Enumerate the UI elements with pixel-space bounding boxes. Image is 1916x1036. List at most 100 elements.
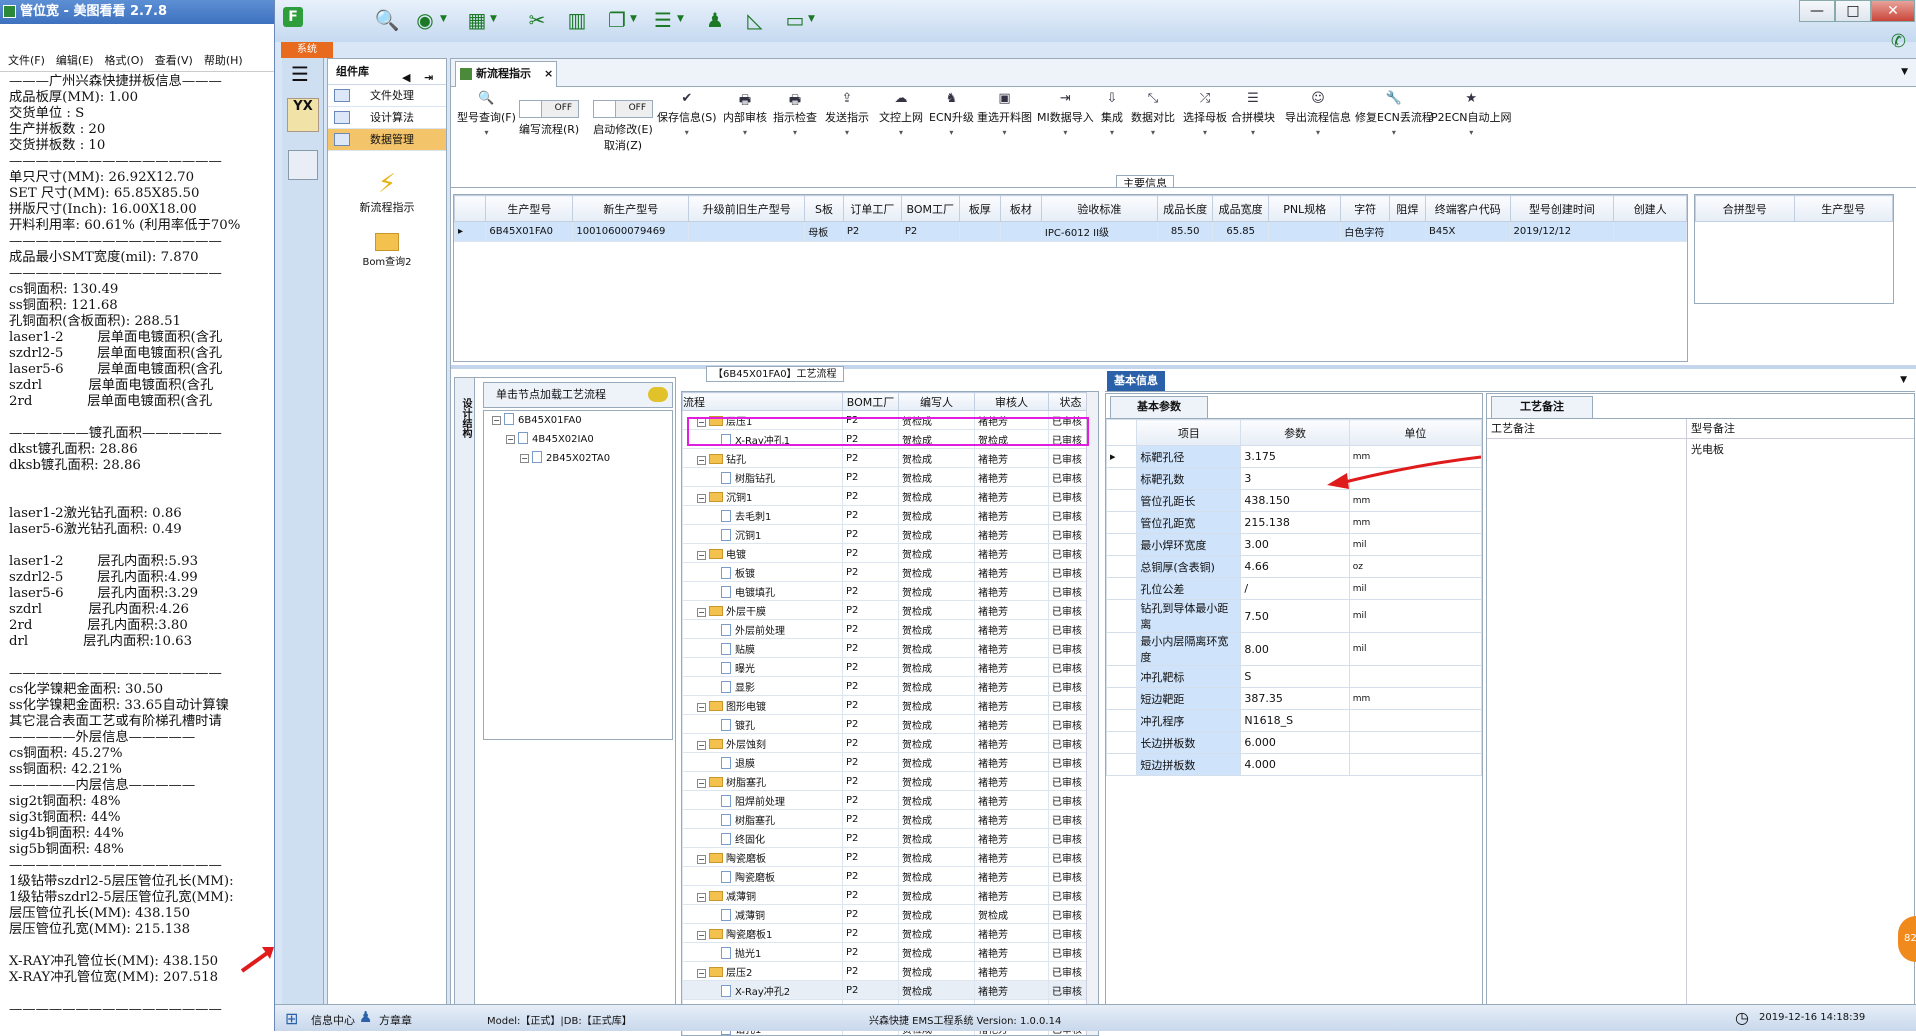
table-cell[interactable]: 褚艳芳 [975, 468, 1049, 487]
table-cell[interactable] [1349, 710, 1481, 732]
table-row[interactable]: 外层前处理P2贺检成褚艳芳已审核 [683, 620, 1093, 639]
menu-item[interactable]: 查看(V) [155, 54, 193, 67]
table-cell[interactable]: P2 [843, 582, 899, 601]
chevron-down-icon[interactable]: ▾ [1285, 128, 1351, 137]
table-cell[interactable]: 褚艳芳 [975, 525, 1049, 544]
minimize-button[interactable]: — [1799, 0, 1835, 22]
expand-icon[interactable]: − [697, 456, 706, 465]
expand-icon[interactable]: − [492, 416, 501, 425]
table-cell[interactable]: 贺检成 [899, 582, 975, 601]
table-cell[interactable]: mm [1349, 688, 1481, 710]
table-row[interactable]: 贴膜P2贺检成褚艳芳已审核 [683, 639, 1093, 658]
table-cell[interactable]: P2 [843, 981, 899, 1000]
bom-query-launcher[interactable]: Bom查询2 [328, 229, 446, 268]
table-cell[interactable]: P2 [843, 810, 899, 829]
table-row[interactable]: −陶瓷磨板P2贺检成褚艳芳已审核 [683, 848, 1093, 867]
table-cell[interactable]: IPC-6012 II级 [1041, 222, 1157, 242]
table-cell[interactable]: P2 [843, 468, 899, 487]
table-cell[interactable]: 褚艳芳 [975, 544, 1049, 563]
table-cell[interactable]: 贺检成 [899, 867, 975, 886]
tree-node[interactable]: −6B45X01FA0 [484, 411, 672, 430]
table-cell[interactable]: 4.000 [1241, 754, 1349, 776]
table-cell[interactable]: P2 [843, 791, 899, 810]
table-cell[interactable]: 褚艳芳 [975, 487, 1049, 506]
table-cell[interactable]: mil [1349, 534, 1481, 556]
expand-icon[interactable]: − [697, 551, 706, 560]
table-cell[interactable]: 贺检成 [899, 506, 975, 525]
model-note-text[interactable]: 光电板 [1691, 441, 1724, 457]
table-cell[interactable]: P2 [843, 601, 899, 620]
table-cell[interactable]: P2 [843, 753, 899, 772]
table-cell[interactable]: P2 [843, 563, 899, 582]
table-cell[interactable]: 贺检成 [899, 791, 975, 810]
toolbar-item[interactable]: ☺导出流程信息▾ [1285, 91, 1351, 137]
user-icon[interactable]: ♟ [703, 8, 727, 32]
table-cell[interactable]: 褚艳芳 [975, 601, 1049, 620]
info-center-link[interactable]: 信息中心 [311, 1012, 355, 1028]
column-header[interactable]: S板 [805, 196, 844, 222]
table-cell[interactable]: P2 [843, 449, 899, 468]
table-cell[interactable]: 贺检成 [899, 924, 975, 943]
chevron-down-icon[interactable]: ▾ [879, 128, 923, 137]
table-cell[interactable]: 短边拼板数 [1137, 754, 1241, 776]
table-cell[interactable]: 钻孔到导体最小距离 [1137, 600, 1241, 633]
column-header[interactable]: 型号创建时间 [1510, 196, 1614, 222]
toolbar-item[interactable]: ⇥MI数据导入▾ [1037, 91, 1094, 137]
flow-step-cell[interactable]: 树脂塞孔 [683, 810, 843, 829]
column-header[interactable]: 合拼型号 [1696, 196, 1795, 222]
chevron-down-icon[interactable]: ▾ [977, 128, 1032, 137]
table-row[interactable]: −外层蚀刻P2贺检成褚艳芳已审核 [683, 734, 1093, 753]
flow-step-cell[interactable]: −图形电镀 [683, 696, 843, 715]
expand-icon[interactable]: − [697, 703, 706, 712]
table-cell[interactable]: 贺检成 [899, 658, 975, 677]
search-icon[interactable]: 🔍 [375, 8, 399, 32]
table-row[interactable]: 短边靶距387.35mm [1107, 688, 1482, 710]
column-header[interactable]: 阻焊 [1389, 196, 1425, 222]
table-cell[interactable] [959, 222, 1000, 242]
table-cell[interactable]: 褚艳芳 [975, 734, 1049, 753]
chevron-down-icon[interactable]: ▾ [773, 128, 817, 137]
toolbar-item[interactable]: ⇪发送指示▾ [825, 91, 869, 137]
table-cell[interactable]: mm [1349, 512, 1481, 534]
table-cell[interactable]: 褚艳芳 [975, 848, 1049, 867]
column-header[interactable]: 审核人 [975, 393, 1049, 411]
table-cell[interactable]: 7.50 [1241, 600, 1349, 633]
column-header[interactable]: 订单工厂 [843, 196, 901, 222]
yx-icon[interactable]: YX [287, 98, 319, 132]
table-cell[interactable]: 褚艳芳 [975, 943, 1049, 962]
flow-step-cell[interactable]: 沉铜1 [683, 525, 843, 544]
table-cell[interactable]: P2 [843, 886, 899, 905]
table-cell[interactable]: 贺检成 [899, 962, 975, 981]
table-cell[interactable] [1000, 222, 1041, 242]
table-cell[interactable]: 褚艳芳 [975, 791, 1049, 810]
table-cell[interactable]: P2 [843, 962, 899, 981]
column-header[interactable]: 字符 [1341, 196, 1389, 222]
table-cell[interactable]: 最小焊环宽度 [1137, 534, 1241, 556]
toolbar-item[interactable]: 🔧修复ECN丢流程▾ [1355, 91, 1433, 137]
table-cell[interactable]: 贺检成 [899, 829, 975, 848]
table-cell[interactable]: P2 [843, 222, 901, 242]
table-cell[interactable]: P2 [843, 639, 899, 658]
toolbar-item[interactable]: 🖶内部审核▾ [723, 91, 767, 137]
table-cell[interactable]: P2 [901, 222, 959, 242]
table-cell[interactable] [1268, 222, 1340, 242]
tree-node[interactable]: −4B45X02IA0 [484, 430, 672, 449]
chevron-down-icon[interactable]: ▾ [1183, 128, 1227, 137]
table-cell[interactable]: / [1241, 578, 1349, 600]
menu-item[interactable]: 格式(O) [104, 54, 143, 67]
menu-item[interactable]: 帮助(H) [204, 54, 243, 67]
flow-step-cell[interactable]: 曝光 [683, 658, 843, 677]
table-row[interactable]: 沉铜1P2贺检成褚艳芳已审核 [683, 525, 1093, 544]
chevron-down-icon[interactable]: ▾ [1037, 128, 1094, 137]
flow-step-cell[interactable]: 树脂钻孔 [683, 468, 843, 487]
table-row[interactable]: −减薄铜P2贺检成褚艳芳已审核 [683, 886, 1093, 905]
column-header[interactable]: 流程 [683, 393, 843, 411]
close-tab-icon[interactable]: × [544, 62, 553, 86]
tab-new-flow[interactable]: 新流程指示 × [455, 61, 557, 87]
expand-icon[interactable]: − [697, 893, 706, 902]
tab-basic-params[interactable]: 基本参数 [1110, 396, 1208, 418]
table-cell[interactable]: 褚艳芳 [975, 886, 1049, 905]
table-cell[interactable]: 贺检成 [899, 544, 975, 563]
table-cell[interactable]: 白色字符 [1341, 222, 1389, 242]
chevron-down-icon[interactable]: ▼ [677, 14, 684, 24]
